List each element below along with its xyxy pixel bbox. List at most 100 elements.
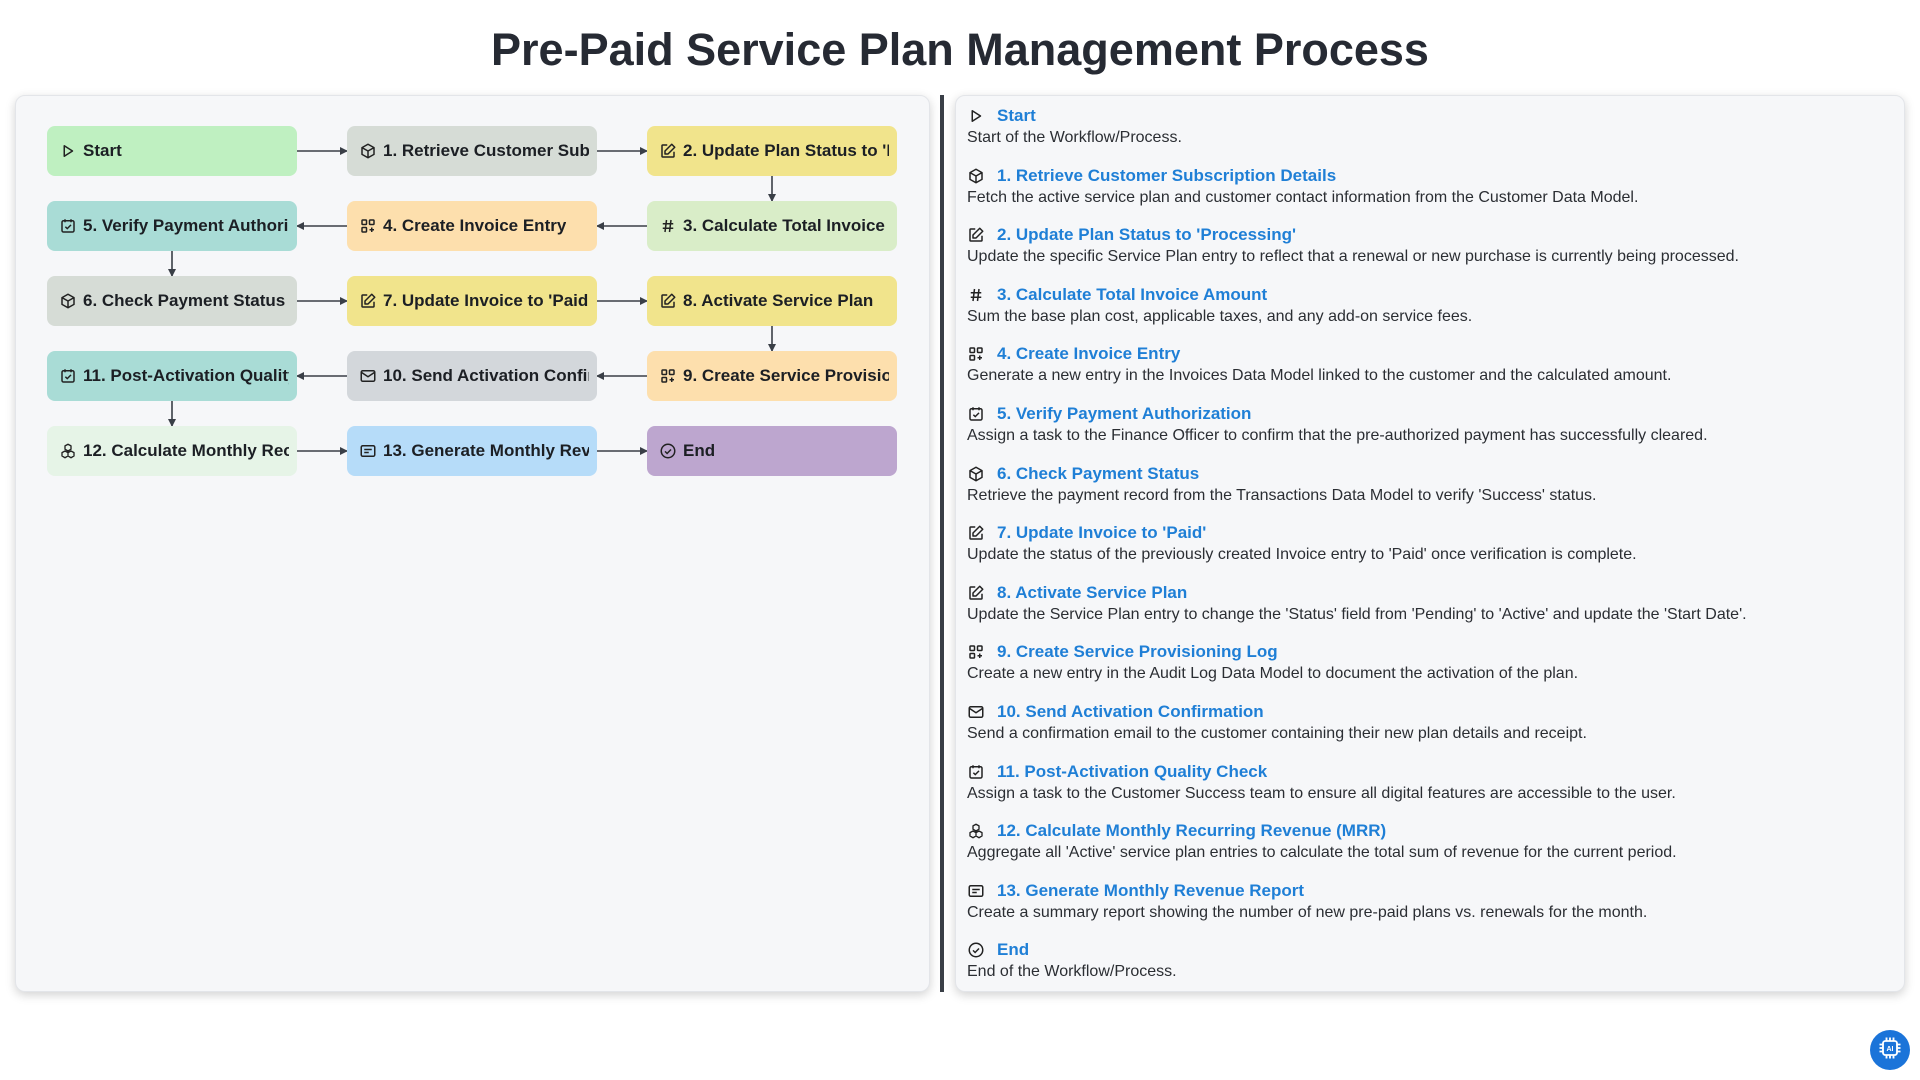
flow-node-step-11[interactable]: 11. Post-Activation Quality Check	[47, 351, 297, 401]
step-detail-description: Aggregate all 'Active' service plan entr…	[967, 844, 1677, 861]
panel-divider[interactable]	[940, 95, 944, 992]
step-detail-title[interactable]: 13. Generate Monthly Revenue Report	[997, 881, 1304, 901]
step-detail-header[interactable]: 3. Calculate Total Invoice Amount	[967, 284, 1887, 306]
flow-node-label: 8. Activate Service Plan	[683, 291, 874, 310]
step-detail-title[interactable]: 12. Calculate Monthly Recurring Revenue …	[997, 821, 1386, 841]
step-detail-header[interactable]: 6. Check Payment Status	[967, 463, 1887, 485]
step-detail-description: Assign a task to the Finance Officer to …	[967, 427, 1708, 444]
step-detail-header[interactable]: 9. Create Service Provisioning Log	[967, 641, 1887, 663]
cube-icon	[967, 167, 985, 185]
cube-icon	[59, 292, 77, 310]
flow-node-step-10[interactable]: 10. Send Activation Confirmation	[347, 351, 597, 401]
edit-icon	[659, 292, 677, 310]
hash-icon	[659, 217, 677, 235]
flow-node-step-9[interactable]: 9. Create Service Provisioning Log	[647, 351, 897, 401]
step-detail-item: 3. Calculate Total Invoice Amount Sum the…	[967, 284, 1887, 327]
mail-icon	[967, 703, 985, 721]
flow-node-step-5[interactable]: 5. Verify Payment Authorization	[47, 201, 297, 251]
step-detail-title[interactable]: 9. Create Service Provisioning Log	[997, 642, 1278, 662]
step-detail-item: 12. Calculate Monthly Recurring Revenue …	[967, 820, 1887, 863]
flow-node-label: Start	[83, 141, 122, 160]
step-detail-title[interactable]: 3. Calculate Total Invoice Amount	[997, 285, 1267, 305]
step-detail-description: Update the specific Service Plan entry t…	[967, 248, 1739, 265]
mail-icon	[359, 367, 377, 385]
flow-node-label: End	[683, 441, 716, 460]
step-detail-title[interactable]: 11. Post-Activation Quality Check	[997, 762, 1267, 782]
step-detail-title[interactable]: 6. Check Payment Status	[997, 464, 1199, 484]
flow-node-start[interactable]: Start	[47, 126, 297, 176]
play-icon	[59, 142, 77, 160]
step-detail-header[interactable]: 7. Update Invoice to 'Paid'	[967, 522, 1887, 544]
checkbox-icon	[59, 217, 77, 235]
step-detail-description: Assign a task to the Customer Success te…	[967, 785, 1676, 802]
step-detail-header[interactable]: 1. Retrieve Customer Subscription Detail…	[967, 165, 1887, 187]
flow-node-end[interactable]: End	[647, 426, 897, 476]
step-detail-item: End End of the Workflow/Process.	[967, 939, 1887, 982]
step-detail-item: 4. Create Invoice Entry Generate a new en…	[967, 343, 1887, 386]
step-detail-description: Generate a new entry in the Invoices Dat…	[967, 367, 1672, 384]
step-detail-header[interactable]: 2. Update Plan Status to 'Processing'	[967, 224, 1887, 246]
step-detail-item: 8. Activate Service Plan Update the Servi…	[967, 582, 1887, 625]
step-detail-title[interactable]: 5. Verify Payment Authorization	[997, 404, 1251, 424]
step-detail-description: Retrieve the payment record from the Tra…	[967, 487, 1597, 504]
checkbox-icon	[967, 405, 985, 423]
step-detail-description: Sum the base plan cost, applicable taxes…	[967, 308, 1473, 325]
check-circle-icon	[659, 442, 677, 460]
flow-node-step-2[interactable]: 2. Update Plan Status to 'Processing'	[647, 126, 897, 176]
ai-assistant-button[interactable]: AI	[1870, 1030, 1910, 1070]
step-detail-description: Create a summary report showing the numb…	[967, 904, 1648, 921]
step-detail-item: 7. Update Invoice to 'Paid' Update the st…	[967, 522, 1887, 565]
step-detail-header[interactable]: 4. Create Invoice Entry	[967, 343, 1887, 365]
step-detail-header[interactable]: 11. Post-Activation Quality Check	[967, 761, 1887, 783]
flow-node-step-12[interactable]: 12. Calculate Monthly Recurring Revenue …	[47, 426, 297, 476]
cube-icon	[967, 465, 985, 483]
flow-node-label: 3. Calculate Total Invoice Amount	[683, 216, 889, 235]
flow-node-label: 11. Post-Activation Quality Check	[83, 366, 289, 385]
grid-plus-icon	[659, 367, 677, 385]
step-detail-title[interactable]: 1. Retrieve Customer Subscription Detail…	[997, 166, 1336, 186]
step-detail-header[interactable]: 5. Verify Payment Authorization	[967, 403, 1887, 425]
step-detail-title[interactable]: 2. Update Plan Status to 'Processing'	[997, 225, 1296, 245]
step-detail-title[interactable]: 8. Activate Service Plan	[997, 583, 1187, 603]
step-detail-header[interactable]: 10. Send Activation Confirmation	[967, 701, 1887, 723]
flow-node-step-1[interactable]: 1. Retrieve Customer Subscription Detail…	[347, 126, 597, 176]
step-detail-header[interactable]: End	[967, 939, 1887, 961]
grid-plus-icon	[967, 345, 985, 363]
step-detail-header[interactable]: 8. Activate Service Plan	[967, 582, 1887, 604]
step-detail-header[interactable]: 12. Calculate Monthly Recurring Revenue …	[967, 820, 1887, 842]
step-detail-description: Create a new entry in the Audit Log Data…	[967, 665, 1579, 682]
step-detail-title[interactable]: 10. Send Activation Confirmation	[997, 702, 1264, 722]
edit-icon	[967, 226, 985, 244]
flow-node-step-8[interactable]: 8. Activate Service Plan	[647, 276, 897, 326]
step-detail-header[interactable]: Start	[967, 105, 1887, 127]
step-detail-header[interactable]: 13. Generate Monthly Revenue Report	[967, 880, 1887, 902]
flow-node-step-13[interactable]: 13. Generate Monthly Revenue Report	[347, 426, 597, 476]
step-detail-title[interactable]: End	[997, 940, 1029, 960]
step-detail-item: 5. Verify Payment Authorization Assign a …	[967, 403, 1887, 446]
report-icon	[967, 882, 985, 900]
step-detail-item: 11. Post-Activation Quality Check Assign …	[967, 761, 1887, 804]
step-detail-item: 10. Send Activation Confirmation Send a c…	[967, 701, 1887, 744]
play-icon	[967, 107, 985, 125]
flow-node-step-7[interactable]: 7. Update Invoice to 'Paid'	[347, 276, 597, 326]
cubes-icon	[59, 442, 77, 460]
step-detail-title[interactable]: Start	[997, 106, 1036, 126]
step-detail-item: 13. Generate Monthly Revenue Report Creat…	[967, 880, 1887, 923]
flow-node-step-3[interactable]: 3. Calculate Total Invoice Amount	[647, 201, 897, 251]
report-icon	[359, 442, 377, 460]
step-detail-description: Update the Service Plan entry to change …	[967, 606, 1747, 623]
grid-plus-icon	[967, 643, 985, 661]
flow-node-step-4[interactable]: 4. Create Invoice Entry	[347, 201, 597, 251]
flow-node-step-6[interactable]: 6. Check Payment Status	[47, 276, 297, 326]
flow-node-label: 2. Update Plan Status to 'Processing'	[683, 141, 889, 160]
flow-node-label: 7. Update Invoice to 'Paid'	[383, 291, 589, 310]
ai-chip-icon: AI	[1876, 1034, 1904, 1067]
edit-icon	[659, 142, 677, 160]
step-detail-item: Start Start of the Workflow/Process.	[967, 105, 1887, 148]
checkbox-icon	[59, 367, 77, 385]
step-detail-title[interactable]: 4. Create Invoice Entry	[997, 344, 1180, 364]
step-detail-item: 9. Create Service Provisioning Log Create…	[967, 641, 1887, 684]
step-detail-description: Send a confirmation email to the custome…	[967, 725, 1587, 742]
step-detail-title[interactable]: 7. Update Invoice to 'Paid'	[997, 523, 1206, 543]
flow-node-label: 6. Check Payment Status	[83, 291, 286, 310]
